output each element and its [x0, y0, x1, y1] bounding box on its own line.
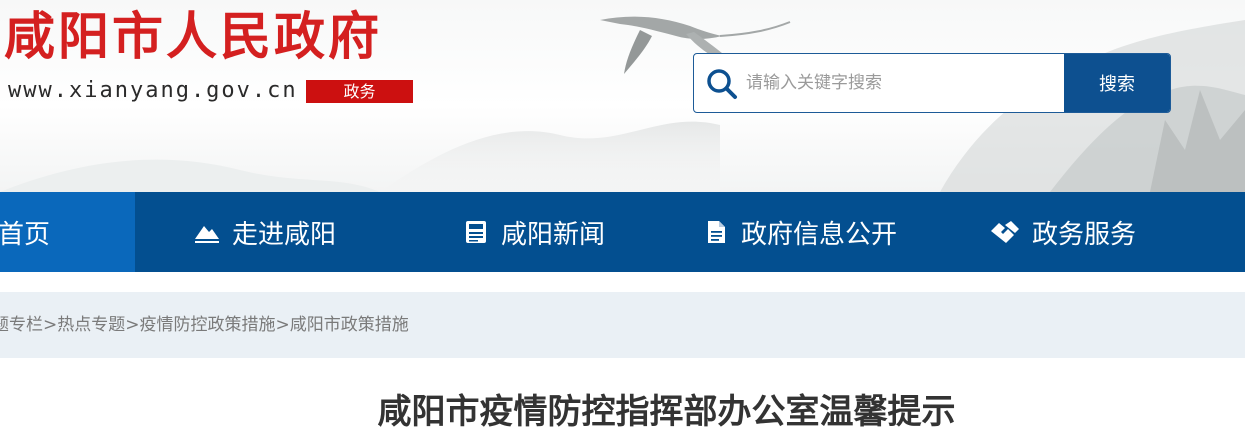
search-icon[interactable] [706, 68, 738, 100]
document-icon [708, 221, 725, 243]
breadcrumb-separator: > [125, 315, 140, 335]
search-button[interactable]: 搜索 [1064, 54, 1170, 112]
nav-item-services[interactable]: 政务服务 [990, 192, 1136, 272]
nav-item-news[interactable]: 咸阳新闻 [463, 192, 605, 272]
nav-item-about-xianyang[interactable]: 走进咸阳 [194, 192, 336, 272]
breadcrumb-separator: > [275, 315, 290, 335]
site-header: 咸阳市人民政府 www.xianyang.gov.cn 政务 搜索 [0, 0, 1245, 192]
handshake-icon [991, 221, 1019, 243]
breadcrumb-link[interactable]: 咸阳市政策措施 [290, 315, 409, 335]
main-nav: 首页 走进咸阳 咸阳新闻 政府信息公开 政务服务 [0, 192, 1245, 272]
nav-item-label: 走进咸阳 [232, 219, 337, 250]
nav-item-home[interactable]: 首页 [0, 192, 135, 272]
breadcrumb-bar: 题专栏>热点专题>疫情防控政策措施>咸阳市政策措施 [0, 292, 1245, 358]
nav-item-label: 政府信息公开 [741, 219, 898, 250]
article-title: 咸阳市疫情防控指挥部办公室温馨提示 [377, 392, 956, 432]
search-box: 搜索 [693, 53, 1171, 113]
section-badge: 政务 [306, 80, 413, 103]
breadcrumb-link[interactable]: 题专栏 [0, 315, 43, 335]
nav-item-gov-info[interactable]: 政府信息公开 [703, 192, 897, 272]
breadcrumb-link[interactable]: 热点专题 [57, 315, 125, 335]
search-input[interactable] [746, 66, 1056, 100]
breadcrumb-link[interactable]: 疫情防控政策措施 [140, 315, 276, 335]
mountain-icon [195, 226, 219, 243]
breadcrumb-separator: > [43, 315, 58, 335]
breadcrumb: 题专栏>热点专题>疫情防控政策措施>咸阳市政策措施 [0, 292, 409, 358]
newspaper-icon [466, 221, 486, 243]
site-domain: www.xianyang.gov.cn [8, 78, 298, 103]
nav-item-label: 政务服务 [1032, 219, 1137, 250]
nav-item-label: 首页 [0, 219, 51, 250]
site-title[interactable]: 咸阳市人民政府 [4, 2, 382, 72]
nav-item-label: 咸阳新闻 [501, 219, 606, 250]
